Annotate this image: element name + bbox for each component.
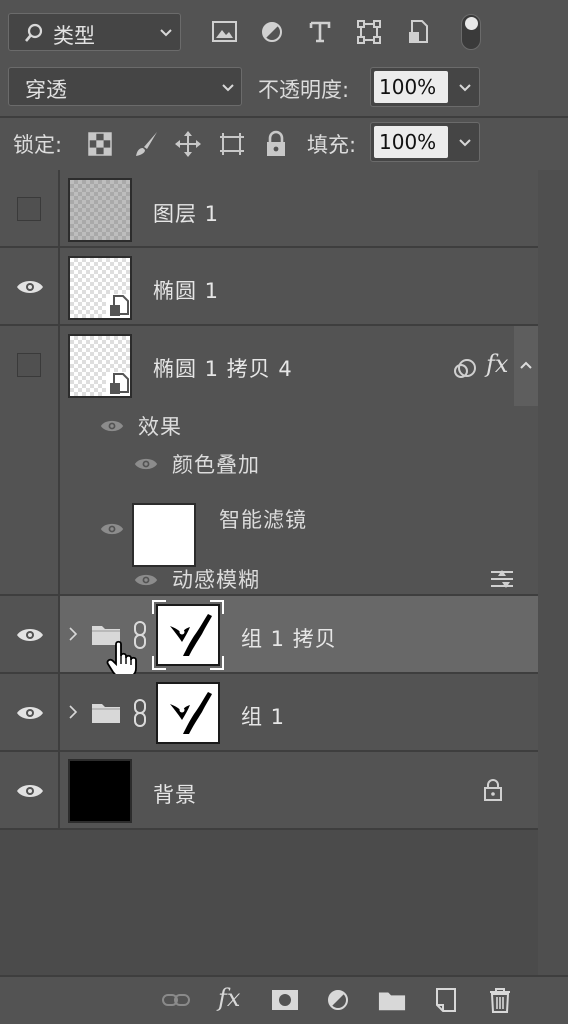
smart-filter-mask-box[interactable] <box>132 503 196 567</box>
scrollbar[interactable] <box>538 170 568 975</box>
fill-label: 填充: <box>307 133 357 157</box>
opacity-value: 100% <box>379 75 437 99</box>
folder-icon <box>92 704 120 723</box>
link-layers-icon[interactable] <box>161 991 191 1009</box>
adjustment-layer-icon[interactable] <box>326 988 350 1012</box>
layer-name[interactable]: 椭圆 1 拷贝 4 <box>153 353 293 383</box>
eye-icon[interactable] <box>16 278 44 296</box>
add-mask-icon[interactable] <box>271 989 299 1011</box>
new-layer-icon[interactable] <box>434 987 458 1013</box>
layer-name[interactable]: 图层 1 <box>153 198 219 228</box>
layer-name[interactable]: 组 1 拷贝 <box>241 623 337 653</box>
opacity-label: 不透明度: <box>258 78 350 102</box>
brush-stroke-mask-shape <box>170 614 212 656</box>
fx-icon[interactable]: fx <box>486 350 508 378</box>
opacity-input[interactable]: 100% <box>374 71 448 103</box>
blend-mode-dropdown[interactable]: 穿透 <box>8 67 242 106</box>
chevron-down-icon[interactable] <box>458 83 472 93</box>
smart-object-badge-icon <box>106 372 130 396</box>
layer-thumbnail <box>68 256 132 320</box>
eye-icon[interactable] <box>16 782 44 800</box>
lock-transparent-pixels-icon[interactable] <box>88 132 112 156</box>
delete-layer-icon[interactable] <box>488 987 512 1013</box>
search-icon <box>25 23 43 42</box>
layer-row[interactable]: 图层 1 <box>0 170 538 248</box>
chevron-down-icon[interactable] <box>458 138 472 148</box>
fx-icon[interactable]: fx <box>218 984 240 1012</box>
lock-all-icon[interactable] <box>264 130 288 158</box>
fill-value: 100% <box>379 130 437 154</box>
type-filter-icon[interactable] <box>308 20 332 44</box>
smart-filter-indicator-icon <box>454 359 476 378</box>
kind-filter-dropdown[interactable]: 类型 <box>8 13 181 51</box>
new-group-icon[interactable] <box>378 988 406 1012</box>
effect-item-color-overlay[interactable]: 颜色叠加 <box>172 449 260 479</box>
lock-position-icon[interactable] <box>174 130 202 158</box>
effects-label[interactable]: 效果 <box>138 411 182 441</box>
visibility-toggle[interactable] <box>17 197 41 221</box>
eye-icon[interactable] <box>16 626 44 644</box>
layer-row[interactable]: 背景 <box>0 752 538 830</box>
layer-name[interactable]: 背景 <box>153 779 197 809</box>
layer-mask-thumbnail[interactable] <box>152 600 224 670</box>
smart-object-badge-icon <box>106 294 130 318</box>
kind-filter-label: 类型 <box>53 24 95 48</box>
blend-bar: 穿透 不透明度: 100% <box>0 62 568 116</box>
shape-filter-icon[interactable] <box>356 19 382 45</box>
lock-bar: 锁定: 填充: 100% <box>0 116 568 170</box>
opacity-field[interactable]: 100% <box>370 67 480 107</box>
layer-thumbnail <box>68 759 132 823</box>
bottom-toolbar: fx <box>0 975 568 1024</box>
filter-blending-options-icon[interactable] <box>489 568 515 590</box>
blend-mode-value: 穿透 <box>25 78 67 102</box>
filter-bar: 类型 <box>0 0 568 62</box>
chevron-down-icon <box>222 84 234 92</box>
smart-filters-label[interactable]: 智能滤镜 <box>219 504 307 534</box>
layer-row[interactable]: 椭圆 1 <box>0 248 538 326</box>
collapse-effects-button[interactable] <box>514 326 538 406</box>
layer-row-selected[interactable]: 组 1 拷贝 <box>0 596 538 678</box>
layer-name[interactable]: 组 1 <box>241 701 285 731</box>
layer-thumbnail <box>68 334 132 398</box>
filter-item-motion-blur[interactable]: 动感模糊 <box>172 564 260 594</box>
fill-input[interactable]: 100% <box>374 126 448 158</box>
chevron-right-icon[interactable] <box>68 704 78 720</box>
lock-icon <box>484 779 502 801</box>
layer-row[interactable]: 椭圆 1 拷贝 4 fx 效果 颜色叠加 智能滤镜 动感模糊 <box>0 326 538 596</box>
chevron-right-icon[interactable] <box>68 626 78 642</box>
eye-icon[interactable] <box>134 456 158 472</box>
image-filter-icon[interactable] <box>211 20 239 44</box>
lock-label: 锁定: <box>13 133 63 157</box>
hand-cursor-icon <box>106 640 137 678</box>
layer-name[interactable]: 椭圆 1 <box>153 275 219 305</box>
mask-link-icon[interactable] <box>132 698 148 728</box>
eye-icon[interactable] <box>100 521 124 537</box>
eye-icon[interactable] <box>16 704 44 722</box>
lock-artboard-icon[interactable] <box>218 130 246 158</box>
layer-row[interactable]: 组 1 <box>0 674 538 752</box>
fill-field[interactable]: 100% <box>370 122 480 162</box>
brush-stroke-mask-shape <box>170 692 212 734</box>
lock-image-pixels-icon[interactable] <box>132 130 160 158</box>
eye-icon[interactable] <box>134 572 158 588</box>
filter-toggle[interactable] <box>461 14 481 50</box>
adjustment-filter-icon[interactable] <box>260 20 284 44</box>
visibility-toggle[interactable] <box>17 353 41 377</box>
layer-mask-thumbnail[interactable] <box>156 682 220 744</box>
chevron-down-icon <box>160 29 172 37</box>
chevron-up-icon <box>520 361 532 369</box>
smart-object-filter-icon[interactable] <box>406 19 430 45</box>
layer-thumbnail <box>68 178 132 242</box>
eye-icon[interactable] <box>100 418 124 434</box>
layers-list[interactable]: 图层 1 椭圆 1 椭圆 1 拷贝 4 fx 效果 颜色叠加 智能滤镜 动感模糊… <box>0 170 538 975</box>
